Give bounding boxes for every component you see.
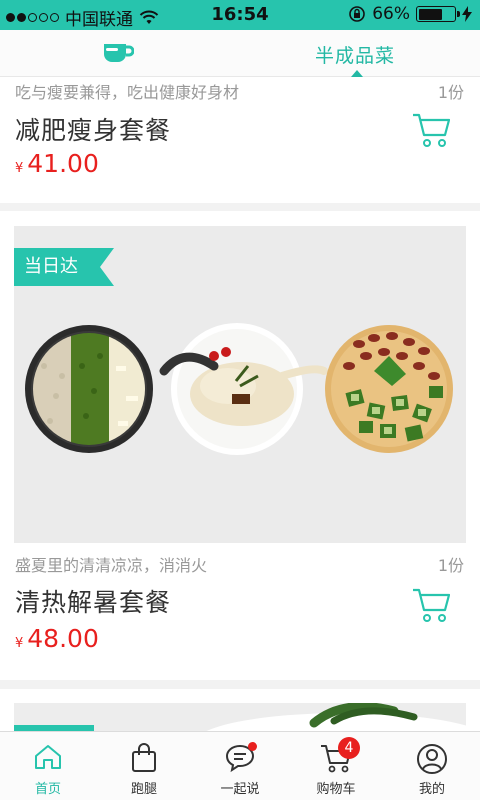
currency-symbol: ¥ <box>15 636 24 651</box>
product-quantity: 1份 <box>437 556 464 575</box>
active-tab-indicator <box>351 70 363 77</box>
nav-label: 一起说 <box>220 782 260 797</box>
price-value: 41.00 <box>27 149 99 178</box>
user-icon <box>417 744 447 774</box>
product-subtitle: 盛夏里的清清凉凉，消消火 <box>15 556 208 575</box>
product-card[interactable]: 吃与瘦要兼得，吃出健康好身材 1份 减肥瘦身套餐 ¥41.00 <box>0 77 480 203</box>
status-right: 66% <box>348 4 472 24</box>
top-tab-bar: 半成品菜 <box>0 30 480 77</box>
product-card[interactable] <box>0 689 480 731</box>
nav-chat[interactable]: 一起说 <box>192 732 288 800</box>
bag-icon <box>132 743 156 772</box>
nav-home[interactable]: 首页 <box>0 732 96 800</box>
product-name: 减肥瘦身套餐 <box>15 116 172 145</box>
charging-bolt-icon <box>462 6 472 22</box>
nav-cart[interactable]: 4 购物车 <box>288 732 384 800</box>
cart-count-badge: 4 <box>338 737 360 759</box>
product-image[interactable] <box>14 703 466 731</box>
battery-fill <box>418 8 442 20</box>
cup-icon[interactable] <box>102 42 134 64</box>
battery-percent: 66% <box>372 4 410 24</box>
home-icon <box>35 745 61 769</box>
bottom-nav: 首页 跑腿 一起说 4 购物车 我的 <box>0 731 480 800</box>
product-name: 清热解暑套餐 <box>15 588 172 617</box>
product-list[interactable]: 吃与瘦要兼得，吃出健康好身材 1份 减肥瘦身套餐 ¥41.00 当日达 盛夏里的… <box>0 77 480 731</box>
product-quantity: 1份 <box>437 83 464 102</box>
nav-errand[interactable]: 跑腿 <box>96 732 192 800</box>
status-bar: 中国联通 16:54 66% <box>0 0 480 30</box>
product-image[interactable]: 当日达 <box>14 226 466 543</box>
nav-label: 首页 <box>34 782 61 797</box>
add-to-cart-icon[interactable] <box>412 112 450 148</box>
nav-label: 跑腿 <box>130 782 157 797</box>
nav-profile[interactable]: 我的 <box>384 732 480 800</box>
add-to-cart-icon[interactable] <box>412 587 450 623</box>
product-price: ¥48.00 <box>15 624 99 653</box>
price-value: 48.00 <box>27 624 99 653</box>
nav-label: 购物车 <box>316 782 356 797</box>
product-price: ¥41.00 <box>15 149 99 178</box>
currency-symbol: ¥ <box>15 161 24 176</box>
rotation-lock-icon <box>349 6 366 22</box>
nav-label: 我的 <box>418 782 445 797</box>
notification-dot <box>248 742 257 751</box>
battery-icon <box>416 6 460 22</box>
same-day-tag: 当日达 <box>14 248 114 286</box>
product-subtitle: 吃与瘦要兼得，吃出健康好身材 <box>15 83 240 102</box>
tab-semi-finished[interactable]: 半成品菜 <box>315 41 395 68</box>
product-card[interactable]: 当日达 盛夏里的清清凉凉，消消火 1份 清热解暑套餐 ¥48.00 <box>0 211 480 680</box>
